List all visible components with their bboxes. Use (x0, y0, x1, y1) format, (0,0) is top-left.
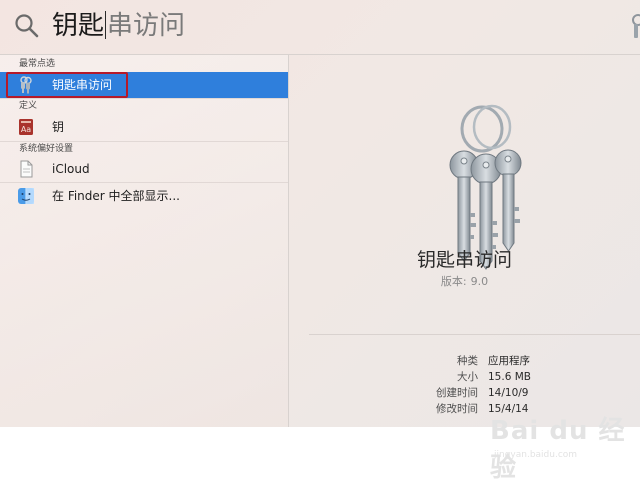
result-label: 在 Finder 中全部显示... (52, 189, 180, 203)
meta-key: 种类 (457, 355, 478, 367)
text-caret (105, 11, 107, 39)
result-label: 钥匙串访问 (52, 78, 113, 92)
document-icon (20, 160, 33, 178)
result-row-icloud[interactable]: iCloud (0, 156, 288, 182)
search-typed-text: 钥匙 (52, 11, 105, 41)
result-row-keychain[interactable]: 钥匙串访问 (0, 72, 288, 98)
keychain-icon (20, 76, 32, 94)
results-list: 最常点选 钥匙串访问 定义 Aa 钥 系统偏好设置 iCloud 在 Finde… (0, 55, 288, 427)
preview-metadata: 种类 应用程序 大小 15.6 MB 创建时间 14/10/9 修改时间 15/… (289, 353, 640, 417)
result-row-show-all-finder[interactable]: 在 Finder 中全部显示... (0, 183, 288, 209)
result-label: iCloud (52, 162, 90, 176)
search-autocomplete: 串访问 (107, 11, 186, 41)
watermark-url: jingyan.baidu.com (494, 450, 578, 460)
section-header-system-preferences: 系统偏好设置 (19, 144, 74, 154)
section-header-definition: 定义 (19, 101, 38, 111)
preview-app-name: 钥匙串访问 (416, 249, 512, 271)
result-label: 钥 (52, 120, 65, 134)
watermark-brand: Bai du 经验 (490, 416, 626, 483)
finder-icon (18, 188, 34, 204)
meta-value: 应用程序 (488, 355, 530, 367)
preview-pane: 钥匙串访问 版本: 9.0 种类 应用程序 大小 15.6 MB 创建时间 14/… (289, 55, 640, 427)
spotlight-window: 钥匙 串访问 最常点选 钥匙串访问 定义 Aa 钥 系统偏好设置 iCloud … (0, 0, 640, 427)
meta-value: 14/10/9 (488, 387, 529, 399)
version-value: 9.0 (470, 275, 489, 288)
meta-key: 大小 (457, 371, 478, 383)
section-divider (0, 141, 288, 142)
meta-value: 15.6 MB (488, 371, 531, 383)
section-header-top-hits: 最常点选 (19, 59, 56, 69)
version-label: 版本: (440, 275, 467, 288)
meta-row-created: 创建时间 14/10/9 (289, 385, 640, 401)
meta-key: 修改时间 (436, 403, 478, 415)
meta-row-size: 大小 15.6 MB (289, 369, 640, 385)
keychain-icon (632, 14, 640, 38)
svg-text:Aa: Aa (21, 125, 31, 134)
preview-version: 版本: 9.0 (289, 273, 640, 289)
section-divider (0, 98, 288, 99)
preview-divider (309, 334, 640, 335)
meta-row-kind: 种类 应用程序 (289, 353, 640, 369)
dictionary-icon: Aa (19, 119, 33, 135)
search-input[interactable]: 钥匙 串访问 (52, 9, 185, 43)
search-icon (15, 14, 39, 38)
search-bar[interactable]: 钥匙 串访问 (0, 0, 640, 54)
result-row-definition[interactable]: Aa 钥 (0, 114, 288, 140)
meta-key: 创建时间 (436, 387, 478, 399)
baidu-watermark: Bai du 经验 jingyan.baidu.com (490, 410, 640, 483)
